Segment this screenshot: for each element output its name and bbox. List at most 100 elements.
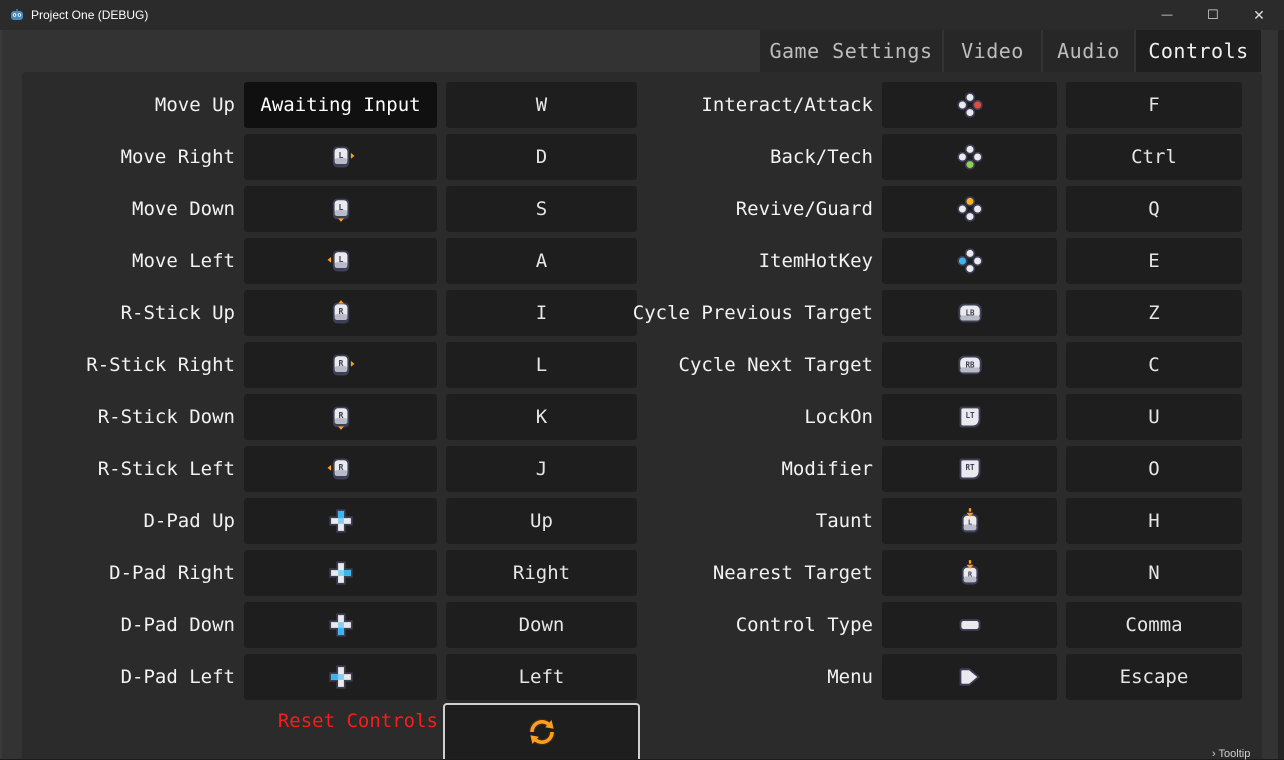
start-button-icon — [956, 663, 984, 691]
keyboard-binding-move-up[interactable]: W — [446, 82, 637, 128]
select-button-icon — [956, 611, 984, 639]
gamepad-binding-d-pad-up[interactable] — [244, 498, 437, 544]
gamepad-binding-lockon[interactable]: LT — [882, 394, 1057, 440]
action-label-move-down: Move Down — [132, 198, 235, 220]
dpad-right-icon — [327, 559, 355, 587]
action-label-d-pad-left: D-Pad Left — [120, 666, 235, 688]
keyboard-binding-r-stick-right[interactable]: L — [446, 342, 637, 388]
keyboard-binding-d-pad-right[interactable]: Right — [446, 550, 637, 596]
reset-arrows-icon — [528, 718, 555, 746]
action-label-r-stick-down: R-Stick Down — [97, 406, 235, 428]
gamepad-binding-control-type[interactable] — [882, 602, 1057, 648]
action-label-r-stick-up: R-Stick Up — [120, 302, 235, 324]
action-label-cycle-next-target: Cycle Next Target — [678, 354, 873, 376]
face-button-left-icon — [956, 247, 984, 275]
keyboard-binding-interact-attack[interactable]: F — [1066, 82, 1242, 128]
gamepad-binding-d-pad-left[interactable] — [244, 654, 437, 700]
gamepad-binding-nearest-target[interactable]: R — [882, 550, 1057, 596]
keyboard-binding-d-pad-down[interactable]: Down — [446, 602, 637, 648]
action-label-itemhotkey: ItemHotKey — [758, 250, 873, 272]
keyboard-binding-revive-guard[interactable]: Q — [1066, 186, 1242, 232]
action-label-cycle-previous-target: Cycle Previous Target — [632, 302, 873, 324]
keyboard-binding-r-stick-up[interactable]: I — [446, 290, 637, 336]
tab-audio[interactable]: Audio — [1043, 30, 1136, 72]
gamepad-binding-move-right[interactable]: L — [244, 134, 437, 180]
gamepad-binding-r-stick-right[interactable]: R — [244, 342, 437, 388]
gamepad-binding-r-stick-up[interactable]: R — [244, 290, 437, 336]
keyboard-binding-cycle-previous-target[interactable]: Z — [1066, 290, 1242, 336]
gamepad-binding-move-down[interactable]: L — [244, 186, 437, 232]
godot-app-icon — [11, 9, 23, 20]
rb-button-icon: RB — [956, 351, 984, 379]
action-label-r-stick-left: R-Stick Left — [97, 458, 235, 480]
close-button[interactable]: ✕ — [1236, 0, 1282, 30]
action-label-taunt: Taunt — [815, 510, 873, 532]
keyboard-binding-move-down[interactable]: S — [446, 186, 637, 232]
action-label-lockon: LockOn — [804, 406, 873, 428]
right-stick-press-icon: R — [956, 559, 984, 587]
maximize-button[interactable]: ☐ — [1190, 0, 1236, 30]
right-stick-up-icon: R — [327, 299, 355, 327]
maximize-icon: ☐ — [1207, 7, 1219, 22]
awaiting-input-text: Awaiting Input — [260, 94, 421, 116]
action-label-back-tech: Back/Tech — [770, 146, 873, 168]
dpad-up-icon — [327, 507, 355, 535]
gamepad-binding-interact-attack[interactable] — [882, 82, 1057, 128]
keyboard-binding-d-pad-up[interactable]: Up — [446, 498, 637, 544]
keyboard-binding-move-left[interactable]: A — [446, 238, 637, 284]
tab-video[interactable]: Video — [944, 30, 1043, 72]
reset-controls-button[interactable] — [443, 703, 640, 759]
action-label-d-pad-right: D-Pad Right — [109, 562, 235, 584]
keyboard-binding-taunt[interactable]: H — [1066, 498, 1242, 544]
dpad-left-icon — [327, 663, 355, 691]
gamepad-binding-cycle-previous-target[interactable]: LB — [882, 290, 1057, 336]
gamepad-binding-revive-guard[interactable] — [882, 186, 1057, 232]
gamepad-binding-taunt[interactable]: L — [882, 498, 1057, 544]
gamepad-binding-move-up[interactable]: Awaiting Input — [244, 82, 437, 128]
tab-controls[interactable]: Controls — [1136, 30, 1261, 72]
keyboard-binding-back-tech[interactable]: Ctrl — [1066, 134, 1242, 180]
left-stick-left-icon: L — [327, 247, 355, 275]
gamepad-binding-menu[interactable] — [882, 654, 1057, 700]
keyboard-binding-menu[interactable]: Escape — [1066, 654, 1242, 700]
left-stick-down-icon: L — [327, 195, 355, 223]
keyboard-binding-control-type[interactable]: Comma — [1066, 602, 1242, 648]
window-frame-left — [0, 30, 2, 759]
minimize-button[interactable]: — — [1144, 0, 1190, 30]
gamepad-binding-move-left[interactable]: L — [244, 238, 437, 284]
face-button-right-icon — [956, 91, 984, 119]
lb-button-icon: LB — [956, 299, 984, 327]
keyboard-binding-d-pad-left[interactable]: Left — [446, 654, 637, 700]
action-label-nearest-target: Nearest Target — [712, 562, 873, 584]
keyboard-binding-cycle-next-target[interactable]: C — [1066, 342, 1242, 388]
action-label-move-up: Move Up — [154, 94, 235, 116]
tab-game-settings[interactable]: Game Settings — [760, 30, 944, 72]
right-stick-right-icon: R — [327, 351, 355, 379]
keyboard-binding-modifier[interactable]: O — [1066, 446, 1242, 492]
close-icon: ✕ — [1253, 6, 1265, 23]
keyboard-binding-itemhotkey[interactable]: E — [1066, 238, 1242, 284]
gamepad-binding-cycle-next-target[interactable]: RB — [882, 342, 1057, 388]
gamepad-binding-d-pad-down[interactable] — [244, 602, 437, 648]
keyboard-binding-r-stick-down[interactable]: K — [446, 394, 637, 440]
svg-text:R: R — [338, 306, 343, 316]
keyboard-binding-move-right[interactable]: D — [446, 134, 637, 180]
svg-text:L: L — [338, 254, 343, 264]
svg-text:R: R — [338, 410, 343, 420]
action-label-move-right: Move Right — [120, 146, 235, 168]
action-label-interact-attack: Interact/Attack — [701, 94, 873, 116]
gamepad-binding-back-tech[interactable] — [882, 134, 1057, 180]
gamepad-binding-d-pad-right[interactable] — [244, 550, 437, 596]
gamepad-binding-itemhotkey[interactable] — [882, 238, 1057, 284]
svg-text:L: L — [338, 202, 343, 212]
action-label-move-left: Move Left — [132, 250, 235, 272]
keyboard-binding-r-stick-left[interactable]: J — [446, 446, 637, 492]
keyboard-binding-lockon[interactable]: U — [1066, 394, 1242, 440]
gamepad-binding-modifier[interactable]: RT — [882, 446, 1057, 492]
gamepad-binding-r-stick-down[interactable]: R — [244, 394, 437, 440]
action-label-d-pad-up: D-Pad Up — [143, 510, 235, 532]
gamepad-binding-r-stick-left[interactable]: R — [244, 446, 437, 492]
keyboard-binding-nearest-target[interactable]: N — [1066, 550, 1242, 596]
face-button-bottom-icon — [956, 143, 984, 171]
face-button-top-icon — [956, 195, 984, 223]
